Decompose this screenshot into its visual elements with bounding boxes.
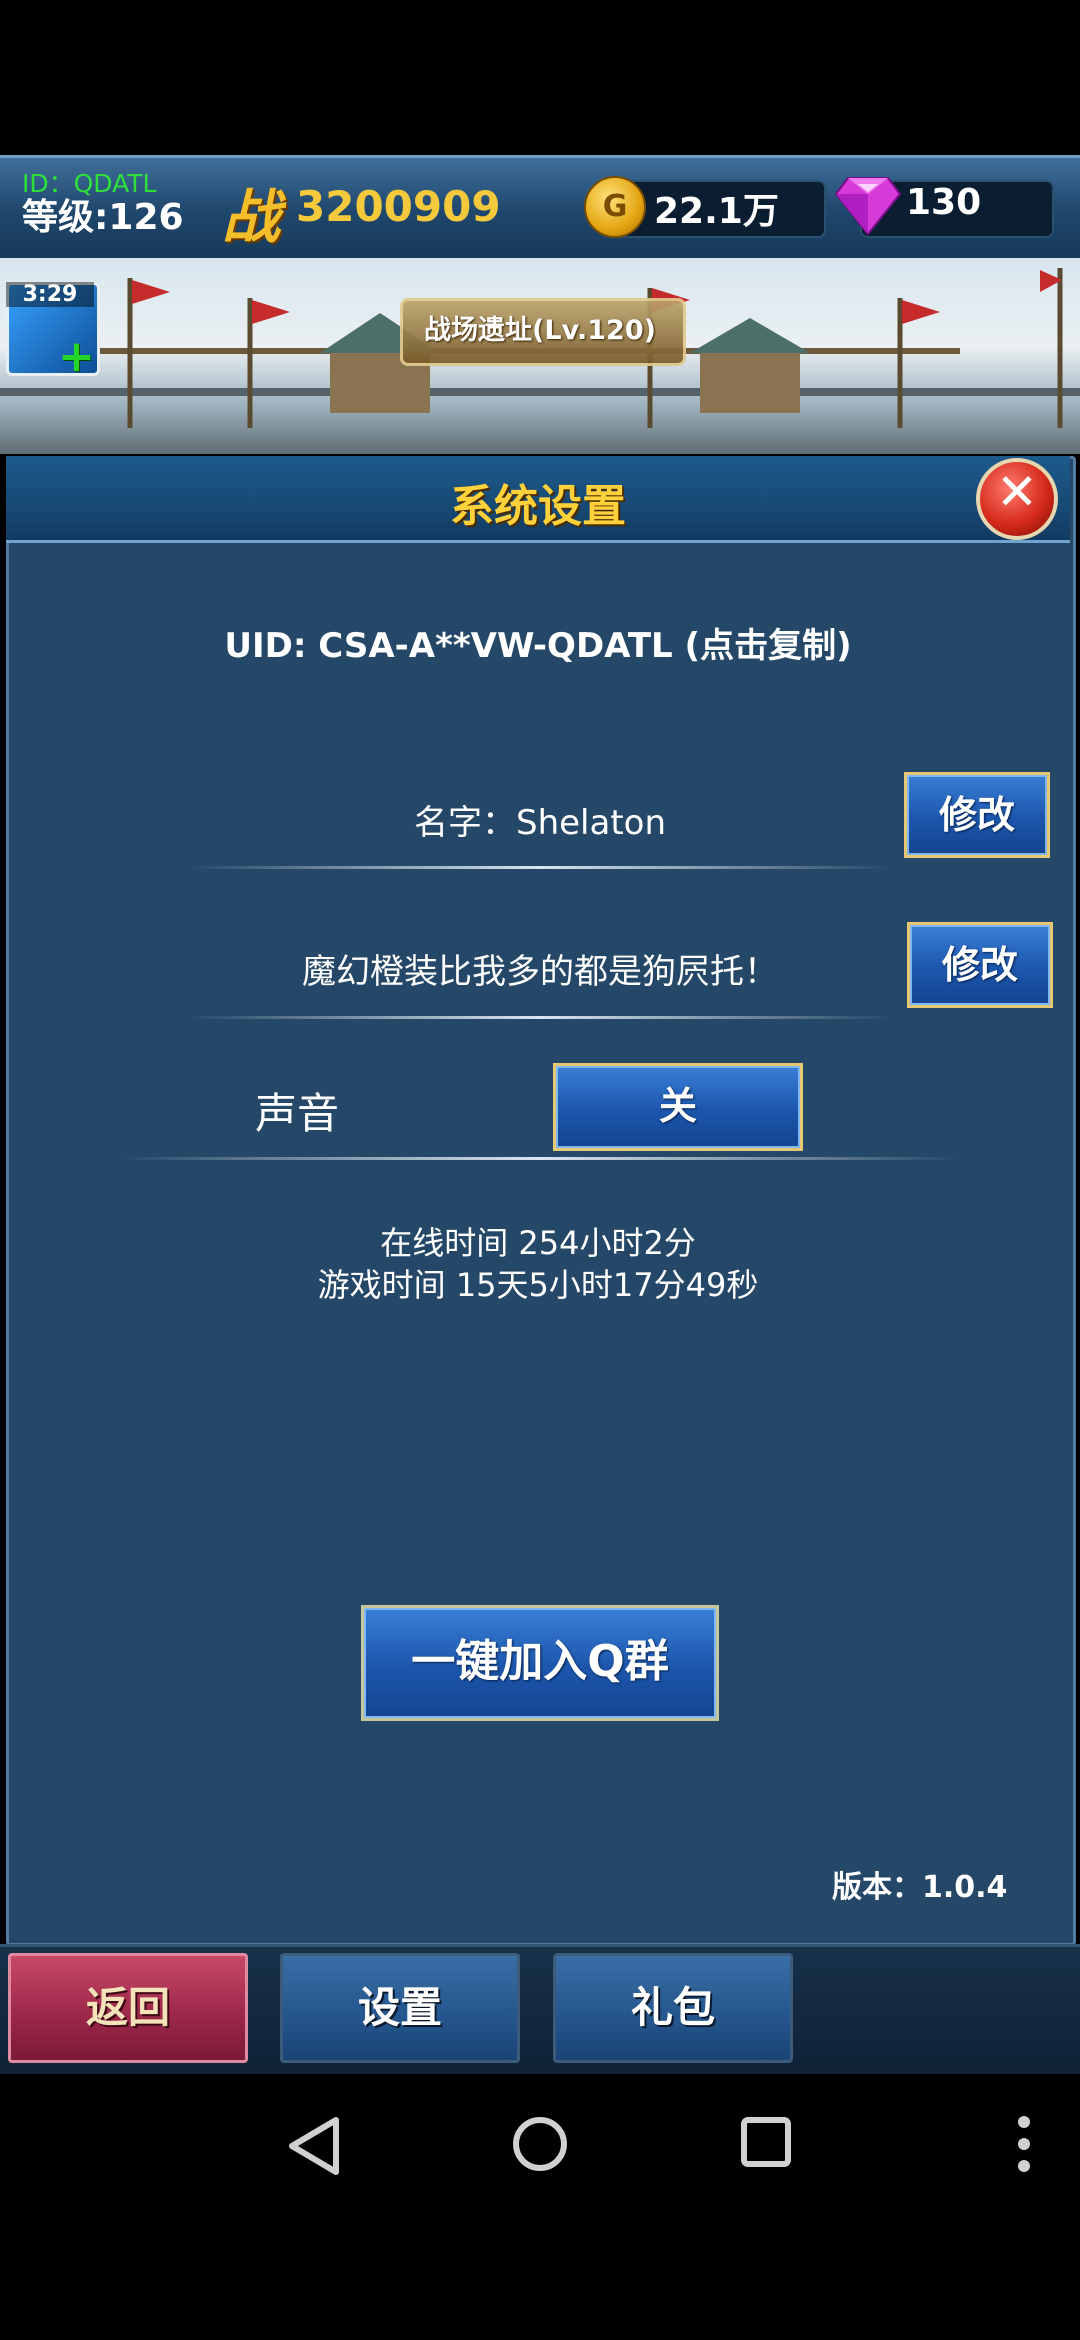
gold-coin-icon: G <box>584 176 646 238</box>
edit-slogan-button[interactable]: 修改 <box>907 922 1053 1008</box>
dialog-title: 系统设置 <box>450 481 626 532</box>
diamond-gem-icon <box>834 177 902 236</box>
system-navigation-bar <box>0 2074 1080 2214</box>
tab-gifts[interactable]: 礼包 <box>553 1953 793 2063</box>
location-name: 战场遗址(Lv.120) <box>424 315 656 346</box>
three-dots-menu-icon[interactable] <box>1016 2114 1032 2174</box>
online-time-text: 在线时间 254小时2分 <box>380 1224 696 1262</box>
gold-amount: 22.1万 <box>654 191 779 232</box>
system-settings-dialog <box>6 456 1076 1946</box>
skill-timer: 3:29 <box>6 282 94 307</box>
close-icon: ✕ <box>996 463 1038 521</box>
circle-home-icon[interactable] <box>512 2116 568 2172</box>
square-recents-icon[interactable] <box>740 2116 792 2168</box>
uid-copy-text[interactable]: UID: CSA-A**VW-QDATL (点击复制) <box>6 618 1070 667</box>
divider <box>190 866 890 869</box>
version-text: 版本：1.0.4 <box>832 1870 1008 1905</box>
plus-icon: + <box>58 331 95 382</box>
join-qq-group-button[interactable]: 一键加入Q群 <box>361 1605 719 1721</box>
battle-power-value: 3200909 <box>296 182 501 231</box>
divider <box>190 1016 890 1019</box>
gem-amount: 130 <box>906 182 982 223</box>
player-slogan-label: 魔幻橙装比我多的都是狗屄托！ <box>302 952 778 992</box>
player-level: 等级:126 <box>22 197 184 238</box>
sound-toggle-button[interactable]: 关 <box>553 1063 803 1151</box>
battlefield-scene: 3:29 + 战场遗址(Lv.120) <box>0 258 1080 454</box>
edit-name-button[interactable]: 修改 <box>904 772 1050 858</box>
sound-label: 声音 <box>255 1089 340 1138</box>
triangle-back-icon[interactable] <box>286 2116 342 2176</box>
top-status-bar: ID：QDATL 等级:126 战 3200909 G 22.1万 130 <box>0 155 1080 261</box>
player-name-label: 名字：Shelaton <box>413 803 666 843</box>
back-button[interactable]: 返回 <box>8 1953 248 2063</box>
game-time-text: 游戏时间 15天5小时17分49秒 <box>317 1266 759 1304</box>
divider <box>120 1157 960 1160</box>
tab-settings[interactable]: 设置 <box>280 1953 520 2063</box>
battle-power-icon: 战 <box>222 183 281 251</box>
